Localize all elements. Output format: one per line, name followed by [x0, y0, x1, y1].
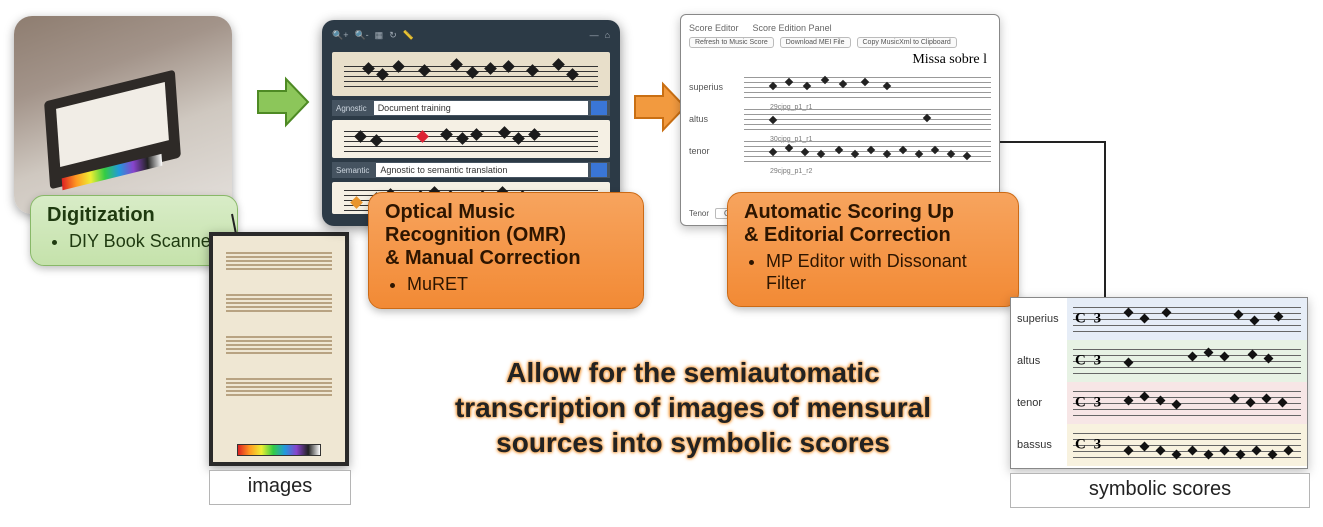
images-caption: images [209, 470, 351, 505]
tab-score-editor[interactable]: Score Editor [689, 23, 739, 33]
scoreup-tabs: Score Editor Score Edition Panel [689, 23, 991, 33]
symbolic-voice-tenor: tenor [1011, 382, 1067, 424]
center-message: Allow for the semiautomatic transcriptio… [408, 355, 978, 460]
omr-callout: Optical Music Recognition (OMR) & Manual… [368, 192, 644, 309]
btn-copy-musicxml[interactable]: Copy MusicXml to Clipboard [857, 37, 957, 48]
scoreup-bottom-label: Tenor [689, 209, 709, 218]
home-icon[interactable]: ⌂ [605, 30, 610, 40]
omr-agnostic-value[interactable] [374, 101, 588, 115]
omr-semantic-value[interactable] [376, 163, 588, 177]
magnify-minus-icon[interactable]: 🔍- [354, 30, 368, 41]
layers-icon[interactable]: ▦ [375, 30, 384, 41]
scanner-photo [14, 16, 232, 214]
magnify-plus-icon[interactable]: 🔍+ [332, 30, 348, 41]
btn-download-mei[interactable]: Download MEI File [780, 37, 851, 48]
omr-agnostic-go-button[interactable] [591, 101, 607, 115]
manuscript-image [209, 232, 349, 466]
omr-semantic-go-button[interactable] [591, 163, 607, 177]
symbolic-voice-superius: superius [1011, 298, 1067, 340]
voice-altus: altus 30cjpg_p1_r1 [689, 106, 991, 132]
omr-toolbar: 🔍+ 🔍- ▦ ↻ 📏 — ⌂ [328, 26, 614, 48]
omr-agnostic-dropdown[interactable]: Agnostic [332, 100, 610, 116]
omr-title: Optical Music Recognition (OMR) & Manual… [385, 201, 629, 270]
scoreup-title: Automatic Scoring Up & Editorial Correct… [744, 201, 1004, 247]
symbolic-voice-bassus: bassus [1011, 424, 1067, 466]
ruler-icon[interactable]: 📏 [403, 30, 414, 41]
voice-tenor: tenor 29cjpg_p1_r2 [689, 138, 991, 164]
scoreup-piece-title: Missa sobre l [689, 52, 987, 68]
minus-icon[interactable]: — [590, 30, 599, 40]
omr-semantic-dropdown[interactable]: Semantic [332, 162, 610, 178]
symbolic-score: superius C 3 altus C 3 tenor [1010, 297, 1308, 469]
btn-refresh-score[interactable]: Refresh to Music Score [689, 37, 774, 48]
arrow-green [256, 75, 310, 129]
tab-score-edition-panel[interactable]: Score Edition Panel [753, 23, 832, 33]
symbolic-voice-altus: altus [1011, 340, 1067, 382]
scoreup-callout: Automatic Scoring Up & Editorial Correct… [727, 192, 1019, 307]
arrow-orange [633, 80, 687, 134]
rotate-icon[interactable]: ↻ [389, 30, 397, 41]
symbolic-caption: symbolic scores [1010, 473, 1310, 508]
voice-superius: superius 29cjpg_p1_r1 [689, 74, 991, 100]
omr-bullet: MuRET [407, 274, 629, 296]
scoreup-bullet: MP Editor with Dissonant Filter [766, 251, 1004, 294]
